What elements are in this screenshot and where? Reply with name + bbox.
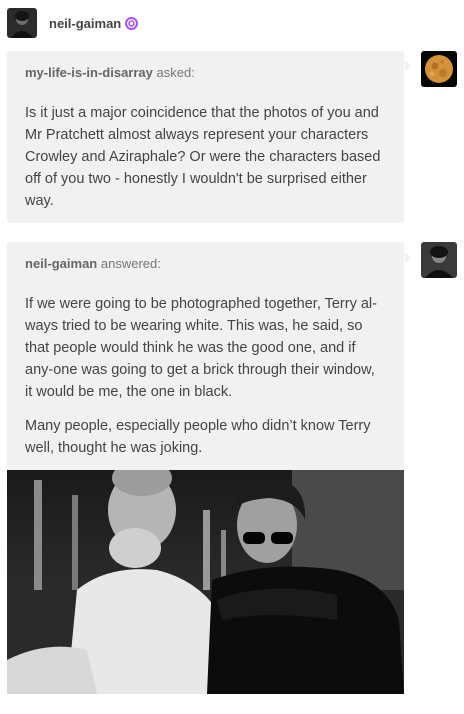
answerer-line: neil-gaiman answered:	[7, 242, 404, 271]
answerer-avatar[interactable]	[421, 242, 457, 278]
answer-paragraph-2: Many people, especially people who didn’…	[25, 418, 371, 456]
question-pointer	[405, 60, 411, 72]
question-card: my-life-is-in-disarray asked: Is it just…	[7, 51, 404, 223]
asker-avatar-moon[interactable]	[421, 51, 457, 87]
answer-pointer	[405, 252, 411, 264]
question-text: Is it just a major coincidence that the …	[25, 105, 381, 209]
lollipop-icon	[125, 16, 139, 30]
answer-photo[interactable]	[7, 470, 404, 694]
author-avatar[interactable]	[7, 8, 37, 38]
asker-line: my-life-is-in-disarray asked:	[7, 51, 404, 80]
answer-paragraph-1: If we were going to be photographed toge…	[25, 296, 377, 400]
asker-name[interactable]: my-life-is-in-disarray	[25, 65, 153, 80]
asked-label: asked:	[156, 65, 195, 80]
answered-label: answered:	[100, 256, 161, 271]
answerer-name[interactable]: neil-gaiman	[25, 256, 97, 271]
post-header: neil-gaiman	[7, 7, 139, 39]
author-name[interactable]: neil-gaiman	[49, 16, 121, 31]
